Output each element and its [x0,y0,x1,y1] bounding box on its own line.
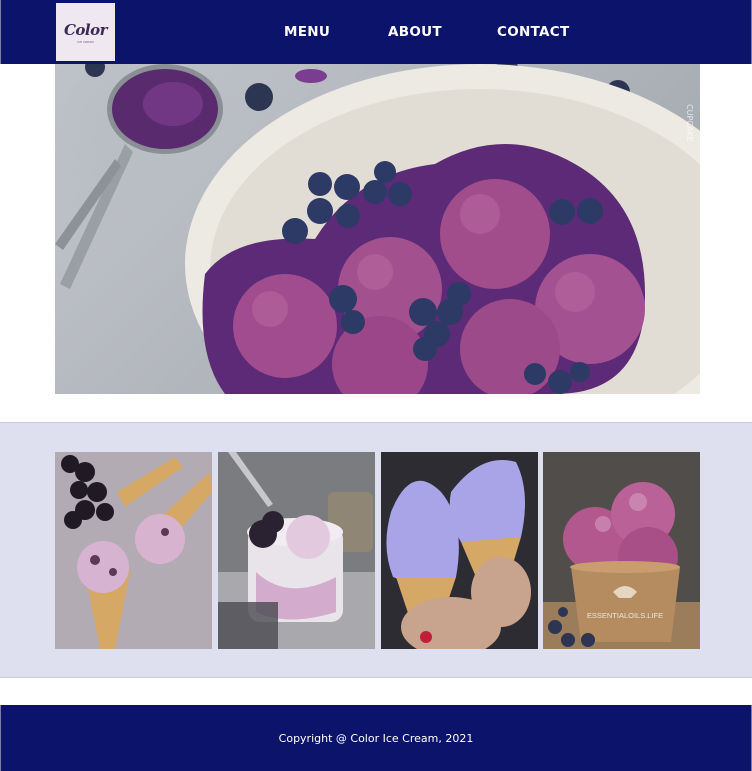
copyright-text: Copyright @ Color Ice Cream, 2021 [278,731,474,745]
ice-cream-bowl-illustration: CUPCAKE [55,64,700,394]
logo-subtext: ICE CREAM [77,39,94,44]
cup-label: ESSENTIALOILS.LIFE [587,611,663,620]
site-header: Color ICE CREAM MENU ABOUT CONTACT [0,0,752,64]
gallery-section: ESSENTIALOILS.LIFE [0,422,752,678]
site-footer: Copyright @ Color Ice Cream, 2021 [0,705,752,771]
brand-logo[interactable]: Color ICE CREAM [56,3,115,61]
nav-contact-link[interactable]: CONTACT [497,24,570,40]
gallery-image-3[interactable] [381,452,538,649]
blackberry-cones-illustration [55,452,212,649]
hero-image: CUPCAKE [55,64,700,394]
gallery-image-2[interactable] [218,452,375,649]
hero-watermark: CUPCAKE [685,104,694,142]
ice-cream-jar-illustration [218,452,375,649]
nav-about-link[interactable]: ABOUT [388,24,442,40]
soft-serve-cones-illustration [381,452,538,649]
nav-menu-link[interactable]: MENU [284,24,330,40]
gallery-image-4[interactable]: ESSENTIALOILS.LIFE [543,452,700,649]
gallery-image-1[interactable] [55,452,212,649]
logo-text: Color [63,20,108,39]
berry-cup-illustration: ESSENTIALOILS.LIFE [543,452,700,649]
